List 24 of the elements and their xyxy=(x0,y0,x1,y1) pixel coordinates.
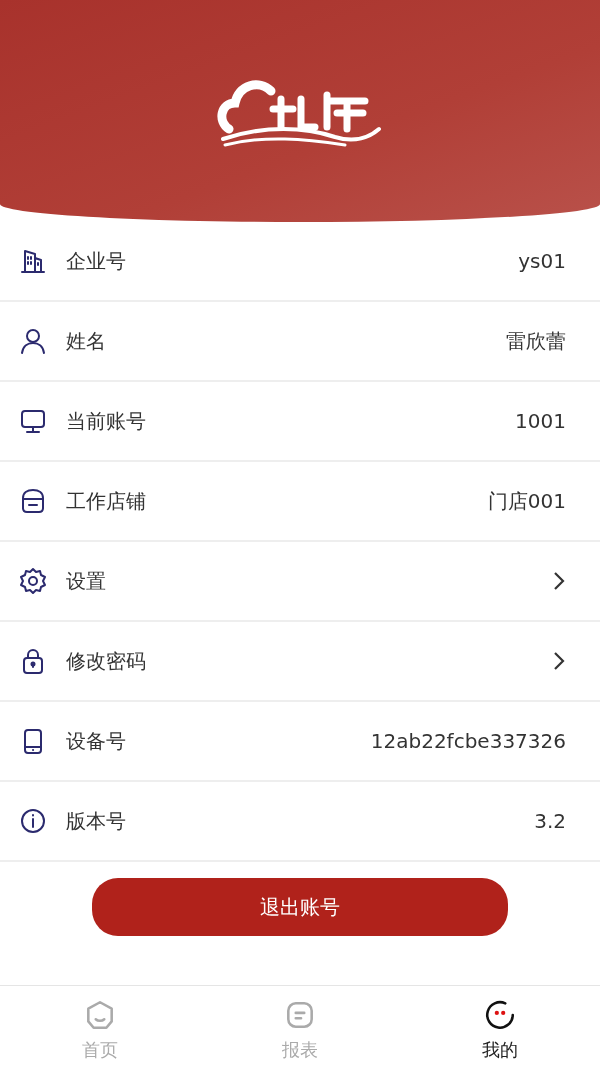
row-label: 姓名 xyxy=(66,328,106,355)
info-icon xyxy=(18,806,48,836)
tab[interactable]: 我的 xyxy=(400,986,600,1067)
row-label: 企业号 xyxy=(66,248,126,275)
row-label: 设备号 xyxy=(66,728,126,755)
settings-icon xyxy=(18,566,48,596)
profile-row[interactable]: 设置 xyxy=(0,542,600,622)
profile-row[interactable]: 修改密码 xyxy=(0,622,600,702)
row-label: 设置 xyxy=(66,568,106,595)
logout-button[interactable]: 退出账号 xyxy=(92,878,508,936)
row-label: 当前账号 xyxy=(66,408,146,435)
person-icon xyxy=(18,326,48,356)
row-value: 12ab22fcbe337326 xyxy=(370,728,566,755)
smiley-icon xyxy=(483,998,517,1032)
row-label: 工作店铺 xyxy=(66,488,146,515)
row-value: ys01 xyxy=(518,248,566,275)
row-label: 版本号 xyxy=(66,808,126,835)
row-value: 雷欣蕾 xyxy=(506,328,566,355)
chevron-icon xyxy=(552,650,566,672)
chevron-icon xyxy=(552,570,566,592)
row-value: 门店001 xyxy=(487,488,566,515)
row-label: 修改密码 xyxy=(66,648,146,675)
row-value: 3.2 xyxy=(534,808,566,835)
row-value: 1001 xyxy=(515,408,566,435)
